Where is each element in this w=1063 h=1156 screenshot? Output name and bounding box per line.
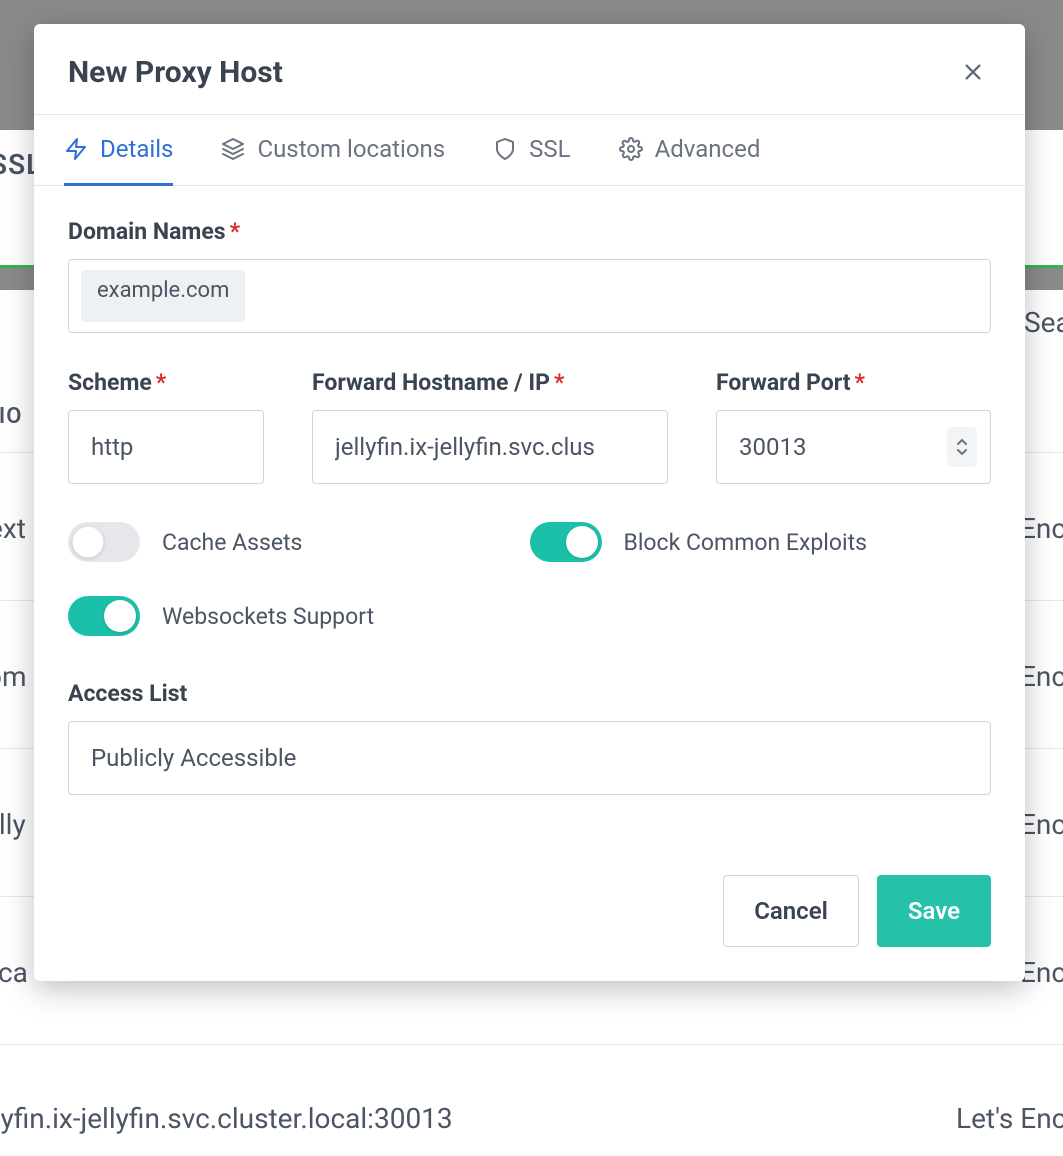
required-asterisk: * (855, 369, 865, 396)
cache-assets-label: Cache Assets (162, 529, 302, 556)
close-icon (962, 61, 984, 83)
close-button[interactable] (955, 54, 991, 90)
forward-hostname-label: Forward Hostname / IP* (312, 369, 668, 396)
required-asterisk: * (156, 369, 166, 396)
cache-assets-toggle-row: Cache Assets (68, 522, 530, 562)
bg-fragment: ellyfin.ix-jellyfin.svc.cluster.local:30… (0, 1102, 453, 1135)
bg-fragment: Let's Enc (956, 1102, 1063, 1135)
lightning-icon (64, 137, 88, 161)
scheme-label: Scheme* (68, 369, 264, 396)
chevron-up-icon (956, 438, 968, 446)
block-exploits-toggle-row: Block Common Exploits (530, 522, 992, 562)
access-list-select[interactable] (68, 721, 991, 795)
bg-fragment: Enc (1020, 660, 1063, 693)
forward-port-field: Forward Port* (716, 369, 991, 484)
modal-title: New Proxy Host (68, 55, 283, 90)
required-asterisk: * (230, 218, 240, 245)
modal-tabs: Details Custom locations SSL Advanced (34, 114, 1025, 186)
port-stepper[interactable] (947, 427, 977, 467)
tab-ssl[interactable]: SSL (493, 116, 570, 186)
cancel-button[interactable]: Cancel (723, 875, 859, 947)
modal-header: New Proxy Host (34, 24, 1025, 114)
domain-names-label: Domain Names* (68, 218, 991, 245)
domain-names-field: Domain Names* example.com (68, 218, 991, 333)
tab-advanced-label: Advanced (655, 135, 761, 163)
forward-hostname-field: Forward Hostname / IP* (312, 369, 668, 484)
tab-custom-locations-label: Custom locations (257, 135, 445, 163)
bg-fragment: Enc (1020, 956, 1063, 989)
access-list-label: Access List (68, 680, 991, 707)
scheme-select[interactable] (68, 410, 264, 484)
block-exploits-label: Block Common Exploits (624, 529, 868, 556)
tab-details-label: Details (100, 135, 173, 163)
bg-fragment: om (0, 660, 27, 693)
access-list-field: Access List (68, 680, 991, 795)
domain-tag[interactable]: example.com (81, 270, 245, 322)
bg-fragment: ATIO (0, 404, 22, 429)
bg-fragment: ext (0, 512, 26, 545)
forward-port-label: Forward Port* (716, 369, 991, 396)
tab-custom-locations[interactable]: Custom locations (221, 116, 445, 186)
block-exploits-toggle[interactable] (530, 522, 602, 562)
websockets-toggle-row: Websockets Support (68, 596, 530, 636)
tab-details[interactable]: Details (64, 116, 173, 186)
layers-icon (221, 137, 245, 161)
bg-fragment: Sea (1024, 306, 1063, 339)
tab-ssl-label: SSL (529, 135, 570, 163)
required-asterisk: * (554, 369, 564, 396)
chevron-down-icon (956, 448, 968, 456)
websockets-label: Websockets Support (162, 603, 374, 630)
domain-names-input[interactable]: example.com (68, 259, 991, 333)
tab-advanced[interactable]: Advanced (619, 116, 761, 186)
scheme-field: Scheme* (68, 369, 264, 484)
bg-fragment: oca (0, 956, 28, 989)
websockets-toggle[interactable] (68, 596, 140, 636)
gear-icon (619, 137, 643, 161)
forward-hostname-input[interactable] (312, 410, 668, 484)
cache-assets-toggle[interactable] (68, 522, 140, 562)
shield-icon (493, 137, 517, 161)
bg-fragment: elly (0, 808, 26, 841)
modal-body: Domain Names* example.com Scheme* Forwar… (34, 186, 1025, 805)
modal-footer: Cancel Save (34, 853, 1025, 981)
new-proxy-host-modal: New Proxy Host Details Custom locations … (34, 24, 1025, 981)
save-button[interactable]: Save (877, 875, 991, 947)
bg-fragment: Enc (1020, 808, 1063, 841)
bg-fragment: Enc (1020, 512, 1063, 545)
